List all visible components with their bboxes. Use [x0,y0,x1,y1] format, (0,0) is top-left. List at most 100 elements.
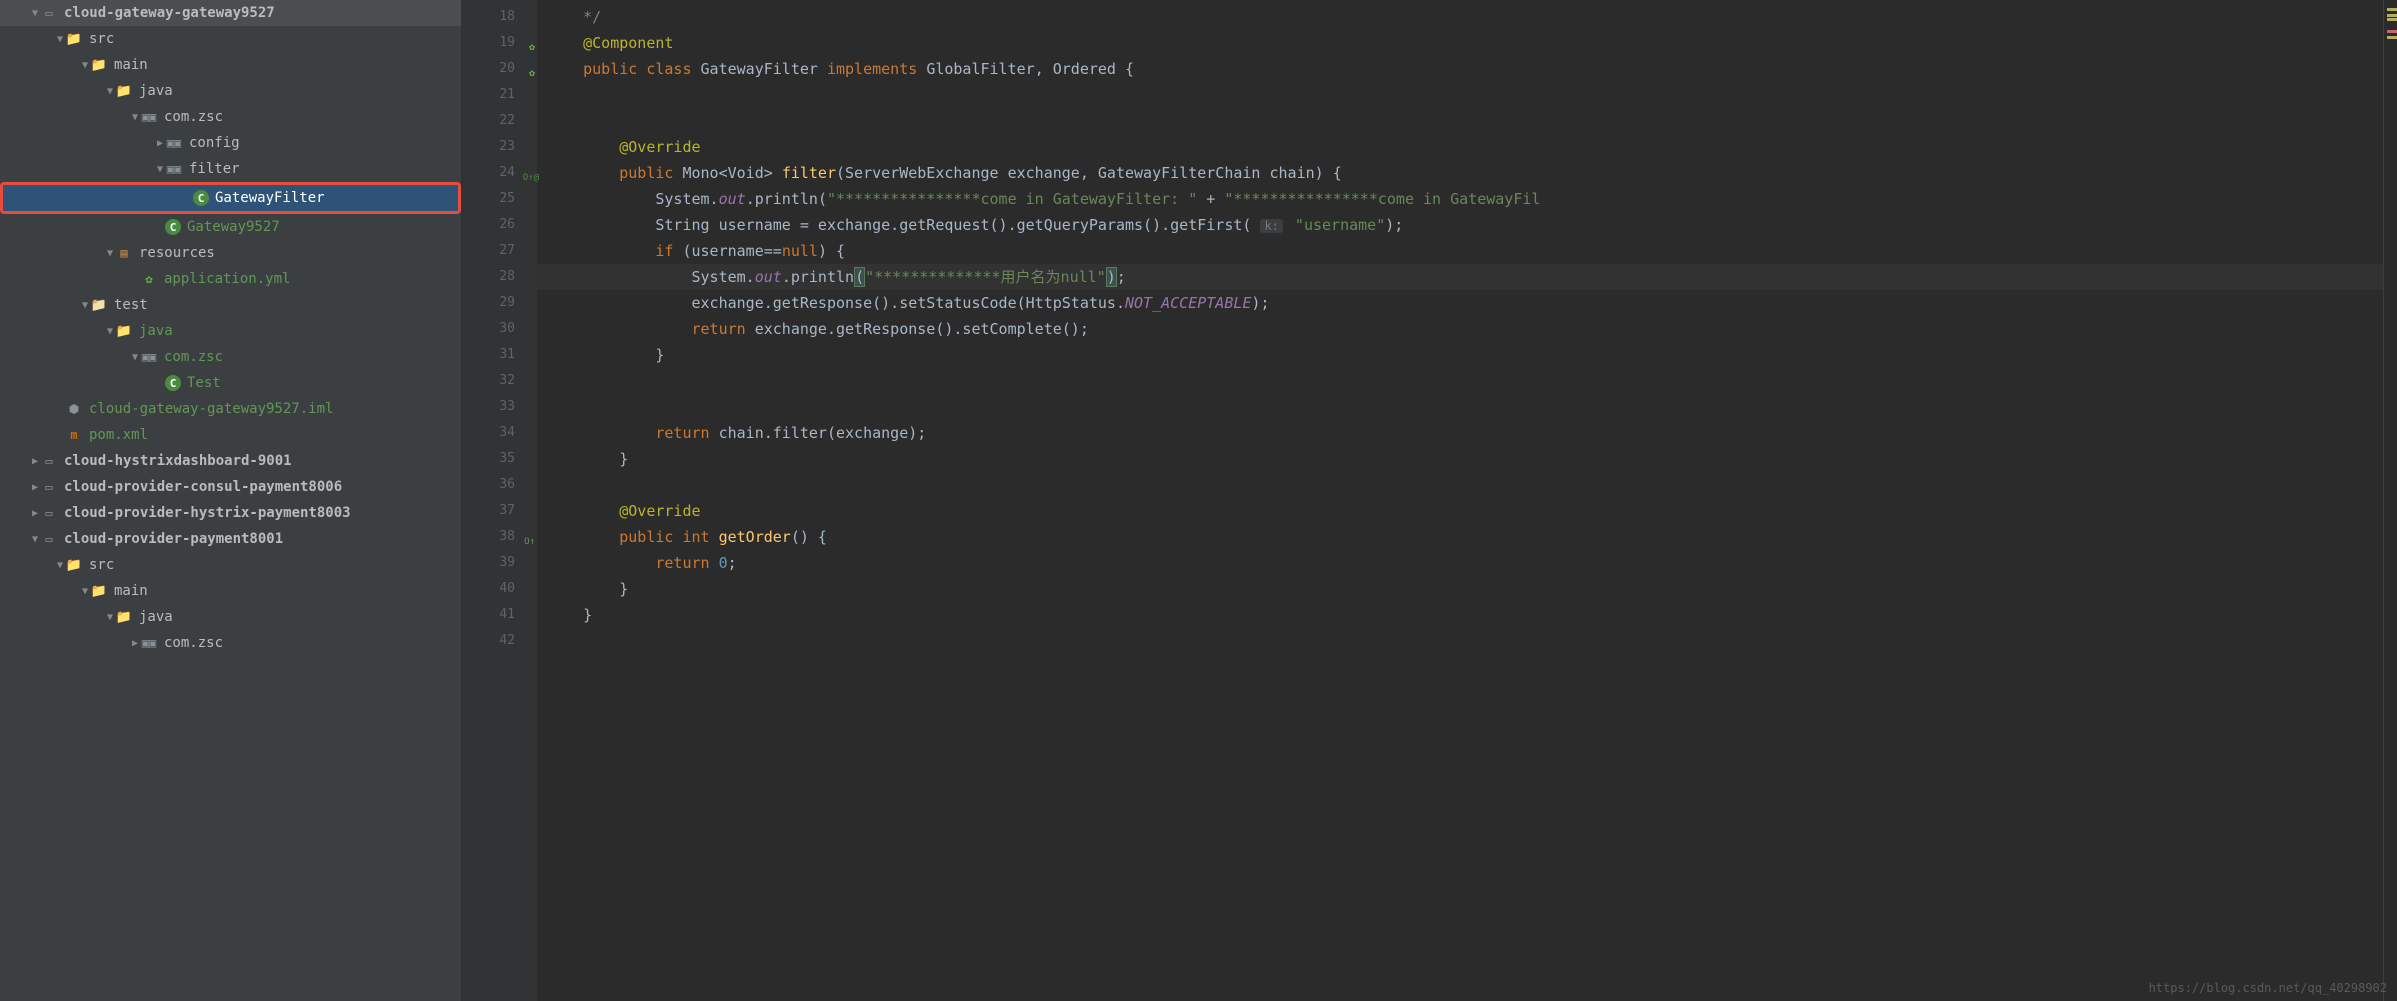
line-number[interactable]: 31 [462,342,537,368]
line-number[interactable]: 26 [462,212,537,238]
tree-item-cloud-provider-hystrix-payment8003[interactable]: ▭cloud-provider-hystrix-payment8003 [0,500,461,526]
code-line[interactable]: } [537,446,2383,472]
code-line[interactable]: @Override [537,498,2383,524]
line-number[interactable]: 39 [462,550,537,576]
tree-item-main[interactable]: main [0,578,461,604]
tree-item-application-yml[interactable]: ✿application.yml [0,266,461,292]
tree-item-test[interactable]: test [0,292,461,318]
tree-arrow-icon[interactable] [105,612,115,623]
code-line[interactable] [537,628,2383,654]
line-number[interactable]: 35 [462,446,537,472]
tree-item-com-zsc[interactable]: ▣com.zsc [0,630,461,656]
code-line[interactable]: return exchange.getResponse().setComplet… [537,316,2383,342]
code-line[interactable]: public Mono<Void> filter(ServerWebExchan… [537,160,2383,186]
tree-arrow-icon[interactable] [30,508,40,519]
line-number[interactable]: 23 [462,134,537,160]
tree-item-cloud-provider-consul-payment8006[interactable]: ▭cloud-provider-consul-payment8006 [0,474,461,500]
code-line[interactable]: @Component [537,30,2383,56]
code-line[interactable]: } [537,576,2383,602]
tree-arrow-icon[interactable] [80,586,90,597]
tree-arrow-icon[interactable] [130,352,140,363]
code-line[interactable] [537,394,2383,420]
line-number[interactable]: 22 [462,108,537,134]
tree-arrow-icon[interactable] [130,112,140,123]
tree-item-main[interactable]: main [0,52,461,78]
line-number[interactable]: 21 [462,82,537,108]
tree-item-java[interactable]: java [0,78,461,104]
line-number[interactable]: 24O↑@ [462,160,537,186]
tree-item-gatewayfilter[interactable]: GatewayFilter [3,185,458,211]
code-line[interactable] [537,108,2383,134]
tree-arrow-icon[interactable] [80,60,90,71]
spring-bean-icon[interactable]: ✿ [521,35,535,49]
tree-arrow-icon[interactable] [30,8,40,19]
spring-bean-icon[interactable]: ✿ [521,61,535,75]
code-line[interactable]: System.out.println("****************come… [537,186,2383,212]
tree-item-config[interactable]: ▣config [0,130,461,156]
line-number[interactable]: 34 [462,420,537,446]
tree-item-java[interactable]: java [0,318,461,344]
tree-item-gateway9527[interactable]: Gateway9527 [0,214,461,240]
tree-item-com-zsc[interactable]: ▣com.zsc [0,104,461,130]
tree-arrow-icon[interactable] [30,534,40,545]
tree-item-com-zsc[interactable]: ▣com.zsc [0,344,461,370]
line-number[interactable]: 40 [462,576,537,602]
code-line[interactable] [537,472,2383,498]
code-line[interactable]: public class GatewayFilter implements Gl… [537,56,2383,82]
line-number[interactable]: 18 [462,4,537,30]
code-line[interactable]: */ [537,4,2383,30]
code-line[interactable]: public int getOrder() { [537,524,2383,550]
code-line[interactable] [537,368,2383,394]
line-number[interactable]: 30 [462,316,537,342]
minimap-scrollbar[interactable] [2383,0,2397,1001]
tree-item-pom-xml[interactable]: mpom.xml [0,422,461,448]
line-number[interactable]: 32 [462,368,537,394]
line-number[interactable]: 19✿ [462,30,537,56]
code-line[interactable]: exchange.getResponse().setStatusCode(Htt… [537,290,2383,316]
tree-item-test[interactable]: Test [0,370,461,396]
code-line[interactable]: if (username==null) { [537,238,2383,264]
implements-icon[interactable]: O↑ [521,529,535,543]
line-number[interactable]: 27 [462,238,537,264]
code-line[interactable] [537,82,2383,108]
tree-item-src[interactable]: src [0,26,461,52]
line-number[interactable]: 28 [462,264,537,290]
tree-item-java[interactable]: java [0,604,461,630]
tree-item-cloud-provider-payment8001[interactable]: ▭cloud-provider-payment8001 [0,526,461,552]
tree-item-src[interactable]: src [0,552,461,578]
tree-arrow-icon[interactable] [30,456,40,467]
line-number[interactable]: 33 [462,394,537,420]
tree-arrow-icon[interactable] [105,326,115,337]
tree-arrow-icon[interactable] [55,34,65,45]
tree-arrow-icon[interactable] [155,138,165,149]
line-number[interactable]: 29 [462,290,537,316]
tree-item-filter[interactable]: ▣filter [0,156,461,182]
code-line[interactable]: @Override [537,134,2383,160]
tree-arrow-icon[interactable] [155,164,165,175]
override-icon[interactable]: O↑@ [511,165,539,179]
code-line[interactable]: return 0; [537,550,2383,576]
code-editor[interactable]: */ @Component public class GatewayFilter… [537,0,2383,1001]
line-number[interactable]: 41 [462,602,537,628]
line-number[interactable]: 37 [462,498,537,524]
tree-item-cloud-gateway-gateway9527[interactable]: ▭cloud-gateway-gateway9527 [0,0,461,26]
line-number[interactable]: 20✿ [462,56,537,82]
code-line[interactable]: } [537,342,2383,368]
tree-item-resources[interactable]: ▤resources [0,240,461,266]
tree-arrow-icon[interactable] [30,482,40,493]
code-line[interactable]: System.out.println("**************用户名为nu… [537,264,2383,290]
project-tree[interactable]: ▭cloud-gateway-gateway9527srcmainjava▣co… [0,0,462,1001]
line-number[interactable]: 38O↑ [462,524,537,550]
line-number[interactable]: 25 [462,186,537,212]
tree-item-cloud-hystrixdashboard-9001[interactable]: ▭cloud-hystrixdashboard-9001 [0,448,461,474]
tree-arrow-icon[interactable] [105,248,115,259]
tree-arrow-icon[interactable] [55,560,65,571]
code-line[interactable]: String username = exchange.getRequest().… [537,212,2383,238]
line-number[interactable]: 36 [462,472,537,498]
tree-arrow-icon[interactable] [105,86,115,97]
tree-item-cloud-gateway-gateway9527-iml[interactable]: ⬢cloud-gateway-gateway9527.iml [0,396,461,422]
tree-arrow-icon[interactable] [130,638,140,649]
tree-arrow-icon[interactable] [80,300,90,311]
code-line[interactable]: } [537,602,2383,628]
line-number[interactable]: 42 [462,628,537,654]
